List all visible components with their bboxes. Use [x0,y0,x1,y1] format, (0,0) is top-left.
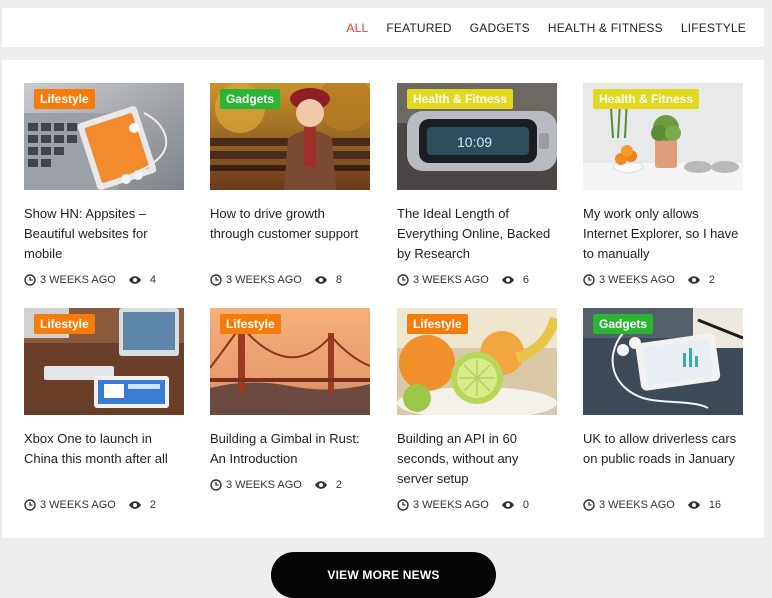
article-title[interactable]: Building a Gimbal in Rust: An Introducti… [210,429,370,469]
category-badge[interactable]: Health & Fitness [407,89,514,109]
article-meta: 3 WEEKS AGO 16 [583,498,753,512]
article-title[interactable]: My work only allows Internet Explorer, s… [583,204,743,264]
filter-gadgets[interactable]: GADGETS [470,21,530,35]
eye-icon [128,500,142,510]
article-title[interactable]: Xbox One to launch in China this month a… [24,429,184,469]
category-badge[interactable]: Lifestyle [34,89,95,109]
category-badge[interactable]: Lifestyle [407,314,468,334]
view-count: 2 [708,274,715,286]
category-badge[interactable]: Gadgets [220,89,281,109]
category-filter-bar: ALL FEATURED GADGETS HEALTH & FITNESS LI… [2,8,764,47]
category-badge[interactable]: Gadgets [593,314,654,334]
filter-lifestyle[interactable]: LIFESTYLE [681,21,746,35]
category-badge[interactable]: Lifestyle [220,314,281,334]
news-grid: Lifestyle Show HN: Appsites – Beautiful … [2,60,764,538]
article-thumbnail[interactable]: Lifestyle [397,308,557,415]
article-thumbnail[interactable]: Lifestyle [24,83,184,190]
article-thumbnail[interactable]: Lifestyle [24,308,184,415]
article-title[interactable]: The Ideal Length of Everything Online, B… [397,204,557,264]
article-meta: 3 WEEKS AGO 2 [210,478,380,492]
article-meta: 3 WEEKS AGO 6 [397,273,567,287]
article-date: 3 WEEKS AGO [40,274,116,286]
clock-icon [583,274,595,286]
clock-icon [210,479,222,491]
article-meta: 3 WEEKS AGO 2 [583,273,753,287]
article-meta: 3 WEEKS AGO 0 [397,498,567,512]
article-thumbnail[interactable]: Gadgets [210,83,370,190]
eye-icon [128,275,142,285]
clock-icon [24,274,36,286]
filter-health-fitness[interactable]: HEALTH & FITNESS [548,21,663,35]
view-count: 0 [522,499,529,511]
article-thumbnail[interactable]: Health & Fitness [583,83,743,190]
article-date: 3 WEEKS AGO [413,274,489,286]
article-meta: 3 WEEKS AGO 4 [24,273,194,287]
view-count: 4 [149,274,156,286]
article-date: 3 WEEKS AGO [599,499,675,511]
svg-text:10:09: 10:09 [457,134,492,150]
article-title[interactable]: How to drive growth through customer sup… [210,204,370,244]
view-count: 16 [708,499,722,511]
article-date: 3 WEEKS AGO [413,499,489,511]
filter-featured[interactable]: FEATURED [386,21,451,35]
article-date: 3 WEEKS AGO [226,274,302,286]
view-count: 6 [522,274,529,286]
article-thumbnail[interactable]: Gadgets [583,308,743,415]
article-thumbnail[interactable]: 10:09 Health & Fitness [397,83,557,190]
clock-icon [210,274,222,286]
eye-icon [687,275,701,285]
article-title[interactable]: UK to allow driverless cars on public ro… [583,429,743,469]
article-meta: 3 WEEKS AGO 8 [210,273,380,287]
article-title[interactable]: Show HN: Appsites – Beautiful websites f… [24,204,184,264]
article-date: 3 WEEKS AGO [226,479,302,491]
article-meta: 3 WEEKS AGO 2 [24,498,194,512]
article-date: 3 WEEKS AGO [599,274,675,286]
article-date: 3 WEEKS AGO [40,499,116,511]
clock-icon [397,499,409,511]
filter-all[interactable]: ALL [346,21,368,35]
article-thumbnail[interactable]: Lifestyle [210,308,370,415]
eye-icon [501,275,515,285]
eye-icon [314,275,328,285]
view-count: 2 [149,499,156,511]
filter-list: ALL FEATURED GADGETS HEALTH & FITNESS LI… [346,8,746,47]
category-badge[interactable]: Health & Fitness [593,89,700,109]
view-count: 2 [335,479,342,491]
category-badge[interactable]: Lifestyle [34,314,95,334]
clock-icon [397,274,409,286]
article-title[interactable]: Building an API in 60 seconds, without a… [397,429,557,489]
clock-icon [24,499,36,511]
view-count: 8 [335,274,342,286]
view-more-news-button[interactable]: VIEW MORE NEWS [271,552,496,598]
eye-icon [501,500,515,510]
eye-icon [687,500,701,510]
eye-icon [314,480,328,490]
clock-icon [583,499,595,511]
